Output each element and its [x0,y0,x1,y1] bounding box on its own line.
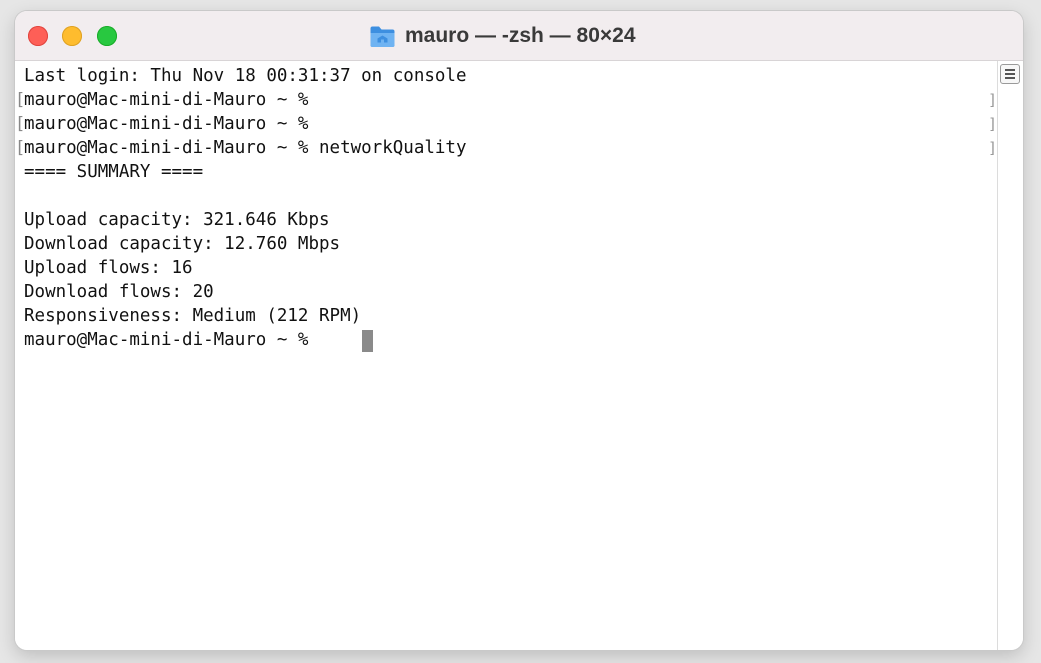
terminal-line: mauro@Mac-mini-di-Mauro ~ % [24,90,309,110]
mark-right-bracket: ] [988,91,998,109]
terminal-line: mauro@Mac-mini-di-Mauro ~ % [24,114,309,134]
terminal-line: Download capacity: 12.760 Mbps [24,234,341,254]
terminal-prompt-line: mauro@Mac-mini-di-Mauro ~ % [24,330,309,350]
terminal-content[interactable]: Last login: Thu Nov 18 00:31:37 on conso… [15,61,997,650]
window-title-text: mauro — -zsh — 80×24 [405,24,636,47]
folder-icon [370,26,395,47]
mark-right-bracket: ] [988,115,998,133]
mark-right-bracket: ] [988,139,998,157]
title-bar[interactable]: mauro — -zsh — 80×24 [15,11,1023,61]
terminal-line: mauro@Mac-mini-di-Mauro ~ % networkQuali… [24,138,467,158]
terminal-line: Download flows: 20 [24,282,214,302]
terminal-line: Upload capacity: 321.646 Kbps [24,210,330,230]
terminal-line: Upload flows: 16 [24,258,193,278]
block-cursor [362,330,373,352]
zoom-button[interactable] [97,26,117,46]
close-button[interactable] [28,26,48,46]
minimize-button[interactable] [62,26,82,46]
window-title: mauro — -zsh — 80×24 [369,21,636,51]
list-icon[interactable] [1000,64,1020,84]
terminal-line: Responsiveness: Medium (212 RPM) [24,306,362,326]
terminal-line: ==== SUMMARY ==== [24,162,204,182]
scrollbar-track[interactable] [997,61,1023,650]
terminal-window: mauro — -zsh — 80×24 Last login: Thu Nov… [15,11,1023,650]
terminal-line: Last login: Thu Nov 18 00:31:37 on conso… [24,66,467,86]
